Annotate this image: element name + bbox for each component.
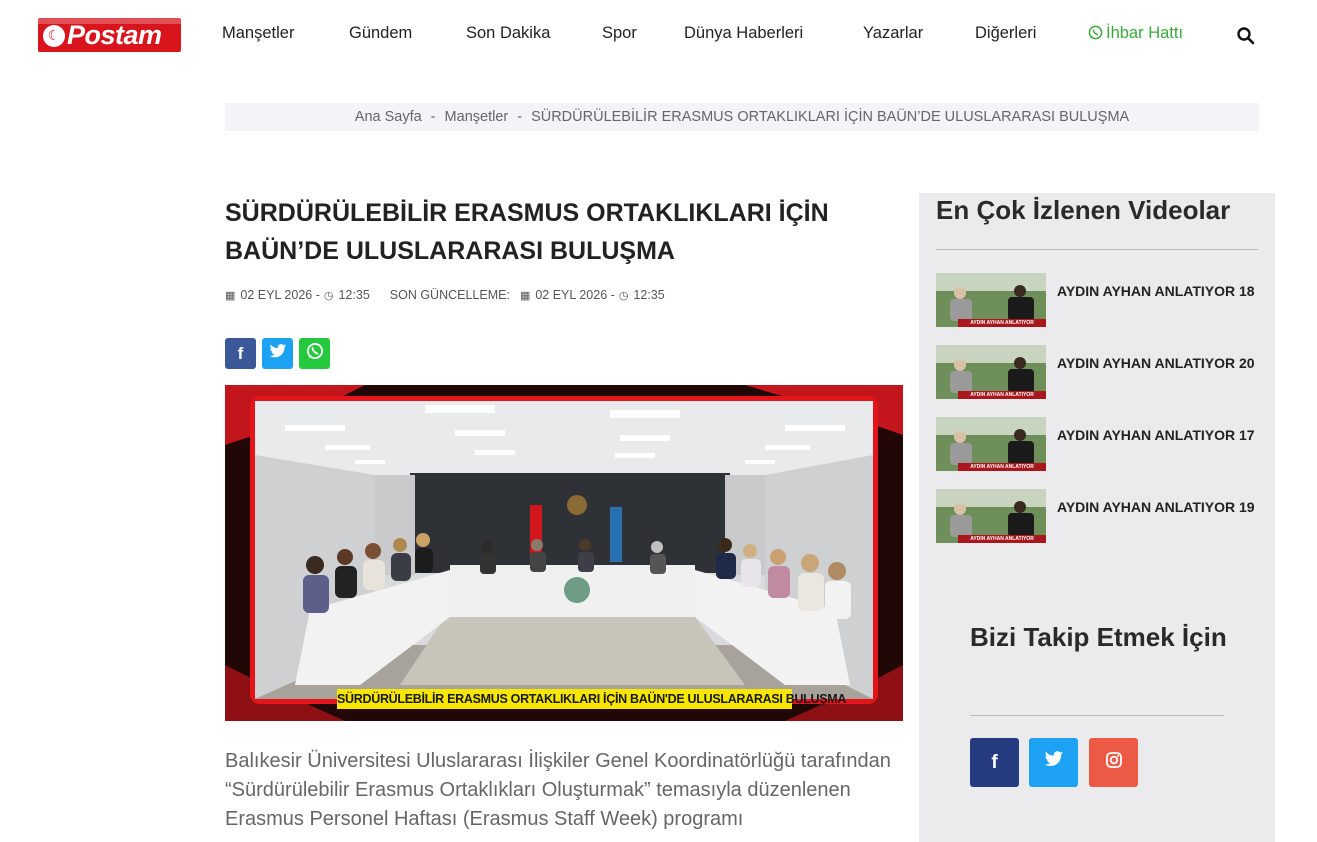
nav-item-mansetler[interactable]: Manşetler	[222, 24, 294, 43]
updated-date: 02 EYL 2026 -	[535, 288, 615, 302]
video-thumbnail: AYDIN AYHAN ANLATIYOR	[936, 417, 1046, 471]
logo-text: Postam	[67, 20, 162, 50]
whatsapp-icon	[306, 342, 324, 365]
nav-item-ihbar-hatti[interactable]: İhbar Hattı	[1088, 24, 1183, 43]
breadcrumb-separator: -	[517, 109, 523, 125]
published-date: 02 EYL 2026 -	[240, 288, 320, 302]
crescent-icon: ☾	[43, 25, 65, 47]
sidebar: En Çok İzlenen Videolar AYDIN AYHAN ANLA…	[919, 193, 1275, 842]
meeting-room-illustration	[225, 385, 903, 721]
follow-instagram-button[interactable]	[1089, 738, 1138, 787]
nav-item-ihbar-label: İhbar Hattı	[1106, 24, 1184, 42]
video-title[interactable]: AYDIN AYHAN ANLATIYOR 18	[1057, 283, 1255, 299]
instagram-icon	[1105, 751, 1123, 775]
follow-twitter-button[interactable]	[1029, 738, 1078, 787]
updated-time: 12:35	[633, 288, 665, 302]
video-title[interactable]: AYDIN AYHAN ANLATIYOR 19	[1057, 499, 1255, 515]
updated-label: SON GÜNCELLEME:	[389, 288, 510, 302]
video-title[interactable]: AYDIN AYHAN ANLATIYOR 17	[1057, 427, 1255, 443]
follow-facebook-button[interactable]: f	[970, 738, 1019, 787]
videos-heading: En Çok İzlenen Videolar	[936, 195, 1231, 225]
nav-item-spor[interactable]: Spor	[602, 24, 637, 43]
video-item[interactable]: AYDIN AYHAN ANLATIYOR AYDIN AYHAN ANLATI…	[936, 345, 1258, 399]
clock-icon: ◷	[618, 289, 629, 302]
follow-heading: Bizi Takip Etmek İçin	[970, 622, 1227, 652]
clock-icon: ◷	[323, 289, 334, 302]
breadcrumb-current: SÜRDÜRÜLEBİLİR ERASMUS ORTAKLIKLARI İÇİN…	[531, 109, 1130, 125]
video-thumbnail: AYDIN AYHAN ANLATIYOR	[936, 273, 1046, 327]
breadcrumb-section[interactable]: Manşetler	[445, 109, 509, 125]
site-header: ☾ Postam Manşetler Gündem Son Dakika Spo…	[0, 0, 1317, 72]
share-buttons: f	[225, 338, 330, 369]
share-twitter-button[interactable]	[262, 338, 293, 369]
whatsapp-icon	[1088, 24, 1103, 43]
thumbnail-label: AYDIN AYHAN ANLATIYOR	[958, 535, 1046, 543]
nav-item-gundem[interactable]: Gündem	[349, 24, 412, 43]
calendar-icon: ▦	[225, 289, 236, 302]
article-body: Balıkesir Üniversitesi Uluslararası İliş…	[225, 750, 891, 830]
breadcrumb-separator: -	[430, 109, 436, 125]
article-meta: ▦ 02 EYL 2026 - ◷ 12:35 SON GÜNCELLEME: …	[225, 288, 669, 302]
video-thumbnail: AYDIN AYHAN ANLATIYOR	[936, 489, 1046, 543]
calendar-icon: ▦	[519, 289, 531, 302]
video-title[interactable]: AYDIN AYHAN ANLATIYOR 20	[1057, 355, 1255, 371]
site-logo[interactable]: ☾ Postam	[38, 18, 181, 52]
article-image: SÜRDÜRÜLEBİLİR ERASMUS ORTAKLIKLARI İÇİN…	[225, 385, 903, 721]
twitter-icon	[1044, 751, 1064, 774]
twitter-icon	[269, 343, 287, 364]
facebook-icon: f	[991, 751, 998, 773]
thumbnail-label: AYDIN AYHAN ANLATIYOR	[958, 319, 1046, 327]
video-item[interactable]: AYDIN AYHAN ANLATIYOR AYDIN AYHAN ANLATI…	[936, 273, 1258, 327]
divider	[970, 715, 1224, 716]
nav-item-digerleri[interactable]: Diğerleri	[975, 24, 1036, 43]
thumbnail-label: AYDIN AYHAN ANLATIYOR	[958, 391, 1046, 399]
breadcrumb-home[interactable]: Ana Sayfa	[355, 109, 422, 125]
nav-item-son-dakika[interactable]: Son Dakika	[466, 24, 550, 43]
video-item[interactable]: AYDIN AYHAN ANLATIYOR AYDIN AYHAN ANLATI…	[936, 417, 1258, 471]
breadcrumb: Ana Sayfa - Manşetler - SÜRDÜRÜLEBİLİR ERASM…	[225, 103, 1259, 131]
share-whatsapp-button[interactable]	[299, 338, 330, 369]
image-caption: SÜRDÜRÜLEBİLİR ERASMUS ORTAKLIKLARI İÇİN…	[337, 689, 846, 709]
facebook-icon: f	[237, 343, 244, 363]
search-icon[interactable]	[1236, 26, 1256, 46]
published-time: 12:35	[338, 288, 370, 302]
video-item[interactable]: AYDIN AYHAN ANLATIYOR AYDIN AYHAN ANLATI…	[936, 489, 1258, 543]
article-title: SÜRDÜRÜLEBİLİR ERASMUS ORTAKLIKLARI İÇİN…	[225, 199, 829, 265]
thumbnail-label: AYDIN AYHAN ANLATIYOR	[958, 463, 1046, 471]
video-thumbnail: AYDIN AYHAN ANLATIYOR	[936, 345, 1046, 399]
nav-item-dunya-haberleri[interactable]: Dünya Haberleri	[684, 24, 803, 43]
divider	[936, 249, 1258, 250]
share-facebook-button[interactable]: f	[225, 338, 256, 369]
nav-item-yazarlar[interactable]: Yazarlar	[863, 24, 923, 43]
